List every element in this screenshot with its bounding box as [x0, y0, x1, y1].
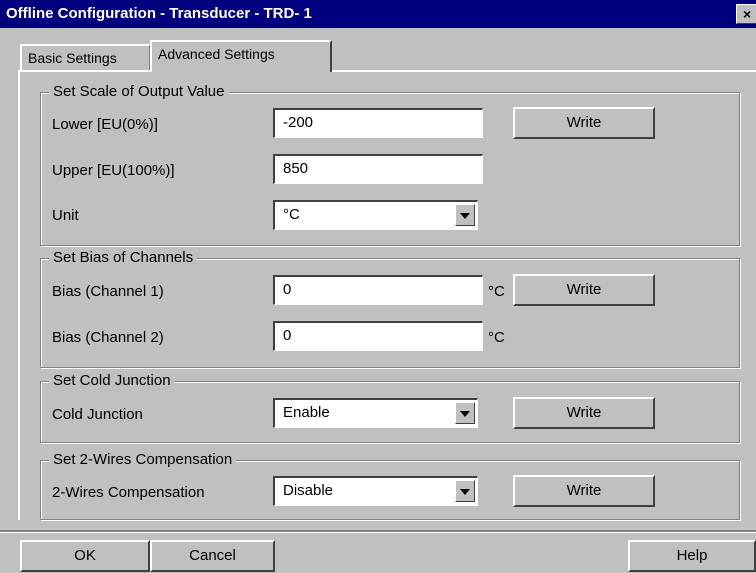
title-bar: Offline Configuration - Transducer - TRD… — [0, 0, 756, 28]
tab-advanced-settings[interactable]: Advanced Settings — [150, 40, 332, 72]
bias-channel-2-value: 0 — [283, 327, 292, 344]
bias-group-title: Set Bias of Channels — [49, 249, 198, 266]
unit-value: °C — [283, 206, 300, 223]
bias-channel-1-label: Bias (Channel 1) — [52, 283, 164, 300]
upper-eu-value: 850 — [283, 160, 309, 177]
compensation-group-title: Set 2-Wires Compensation — [49, 451, 237, 468]
cold-junction-label: Cold Junction — [52, 406, 143, 423]
tab-advanced-settings-label: Advanced Settings — [158, 46, 275, 62]
output-scale-group-title: Set Scale of Output Value — [49, 83, 229, 100]
output-scale-write-button[interactable]: Write — [513, 107, 655, 139]
help-label: Help — [676, 547, 708, 564]
unit-label: Unit — [52, 207, 79, 224]
cold-junction-write-label: Write — [566, 404, 602, 421]
offline-configuration-dialog: Offline Configuration - Transducer - TRD… — [0, 0, 756, 573]
cold-junction-dropdown[interactable]: Enable — [273, 398, 478, 428]
upper-eu-input[interactable]: 850 — [273, 154, 483, 184]
bias-channel-2-unit: °C — [488, 329, 505, 346]
bias-channel-1-value: 0 — [283, 281, 292, 298]
lower-eu-label: Lower [EU(0%)] — [52, 116, 158, 133]
unit-dropdown[interactable]: °C — [273, 200, 478, 230]
cancel-button[interactable]: Cancel — [150, 540, 275, 572]
compensation-write-button[interactable]: Write — [513, 475, 655, 507]
bias-write-button[interactable]: Write — [513, 274, 655, 306]
compensation-dropdown[interactable]: Disable — [273, 476, 478, 506]
window-title: Offline Configuration - Transducer - TRD… — [6, 5, 312, 22]
bias-channel-1-unit: °C — [488, 283, 505, 300]
compensation-write-label: Write — [566, 482, 602, 499]
output-scale-write-label: Write — [566, 114, 602, 131]
ok-button[interactable]: OK — [20, 540, 150, 572]
close-icon: × — [743, 6, 752, 22]
chevron-down-icon[interactable] — [455, 480, 475, 502]
close-button[interactable]: × — [736, 4, 756, 24]
bias-write-label: Write — [566, 281, 602, 298]
compensation-label: 2-Wires Compensation — [52, 484, 205, 501]
footer-divider — [0, 530, 756, 533]
upper-eu-label: Upper [EU(100%)] — [52, 162, 175, 179]
ok-label: OK — [74, 547, 96, 564]
cancel-label: Cancel — [189, 547, 236, 564]
tab-basic-settings-label: Basic Settings — [28, 50, 117, 66]
bias-channel-2-input[interactable]: 0 — [273, 321, 483, 351]
bias-channel-1-input[interactable]: 0 — [273, 275, 483, 305]
cold-junction-value: Enable — [283, 404, 330, 421]
lower-eu-value: -200 — [283, 114, 314, 131]
cold-junction-group-title: Set Cold Junction — [49, 372, 175, 389]
chevron-down-icon[interactable] — [455, 204, 475, 226]
chevron-down-icon[interactable] — [455, 402, 475, 424]
lower-eu-input[interactable]: -200 — [273, 108, 483, 138]
compensation-value: Disable — [283, 482, 334, 499]
cold-junction-write-button[interactable]: Write — [513, 397, 655, 429]
help-button[interactable]: Help — [628, 540, 756, 572]
bias-channel-2-label: Bias (Channel 2) — [52, 329, 164, 346]
tab-basic-settings[interactable]: Basic Settings — [20, 44, 150, 70]
